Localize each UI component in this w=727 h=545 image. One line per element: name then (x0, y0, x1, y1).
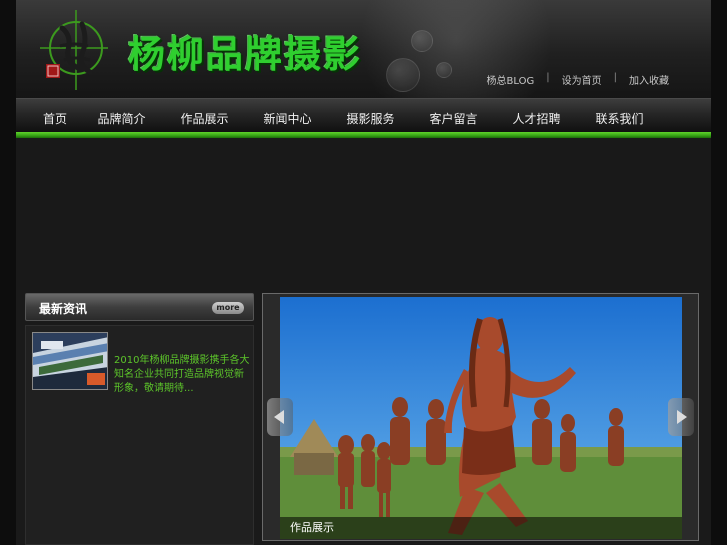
tribal-dance-photo (280, 297, 682, 539)
nav-item-guestbook[interactable]: 客户留言 (412, 99, 495, 132)
slide-caption: 作品展示 (280, 517, 682, 539)
site-title: 杨柳品牌摄影 (128, 32, 362, 76)
top-links: 杨总BLOG | 设为首页 | 加入收藏 (487, 72, 669, 87)
more-button[interactable]: more (212, 302, 244, 314)
separator: | (546, 72, 550, 83)
nav-item-services[interactable]: 摄影服务 (329, 99, 412, 132)
set-homepage-link[interactable]: 设为首页 (562, 72, 602, 87)
nav-item-home[interactable]: 首页 (16, 99, 80, 132)
next-slide-button[interactable] (668, 398, 694, 436)
logo-icon (40, 10, 108, 90)
nav-item-works[interactable]: 作品展示 (163, 99, 246, 132)
add-favorite-link[interactable]: 加入收藏 (629, 72, 669, 87)
separator: | (613, 72, 617, 83)
nav-item-contact[interactable]: 联系我们 (578, 99, 661, 132)
nav-item-jobs[interactable]: 人才招聘 (495, 99, 578, 132)
slide-image[interactable]: 作品展示 (280, 297, 682, 539)
news-panel: 2010年杨柳品牌摄影携手各大知名企业共同打造品牌视觉新形象，敬请期待... (25, 325, 254, 545)
decorative-bubble (386, 58, 420, 92)
arrow-left-icon (274, 410, 284, 424)
page: 杨柳品牌摄影 杨总BLOG | 设为首页 | 加入收藏 首页 品牌简介 作品展示… (16, 0, 711, 545)
prev-slide-button[interactable] (267, 398, 293, 436)
header: 杨柳品牌摄影 杨总BLOG | 设为首页 | 加入收藏 (16, 0, 711, 98)
slideshow: 作品展示 (262, 293, 699, 541)
news-panel-title: 最新资讯 (39, 302, 88, 316)
main-nav: 首页 品牌简介 作品展示 新闻中心 摄影服务 客户留言 人才招聘 联系我们 (16, 98, 711, 132)
news-panel-header: 最新资讯 more (25, 293, 254, 321)
news-thumbnail[interactable] (32, 332, 108, 390)
decorative-bubble (411, 30, 433, 52)
arrow-right-icon (677, 410, 687, 424)
blog-link[interactable]: 杨总BLOG (487, 72, 535, 87)
banner-area (16, 138, 711, 290)
decorative-bubble (436, 62, 452, 78)
news-item-link[interactable]: 2010年杨柳品牌摄影携手各大知名企业共同打造品牌视觉新形象，敬请期待... (114, 354, 250, 396)
nav-item-brand[interactable]: 品牌简介 (80, 99, 163, 132)
nav-item-news[interactable]: 新闻中心 (246, 99, 329, 132)
